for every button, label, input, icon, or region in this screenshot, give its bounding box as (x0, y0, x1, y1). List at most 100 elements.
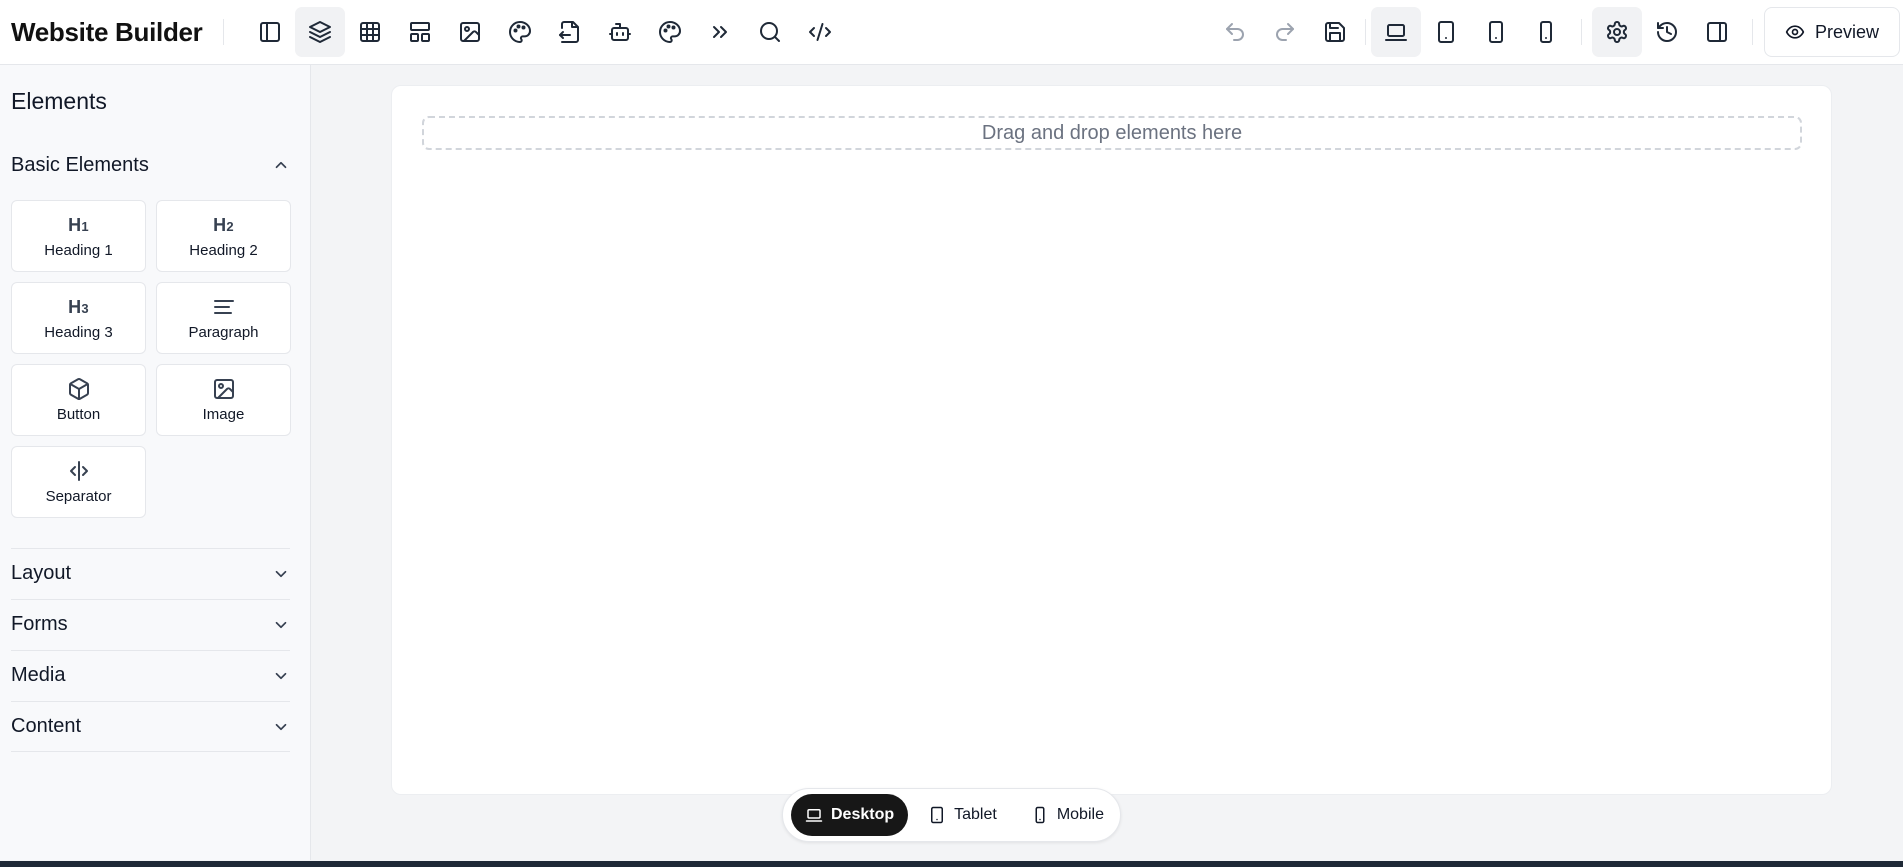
smartphone-icon (1539, 21, 1552, 43)
elements-sidebar: Elements Basic Elements H1 Heading 1 H2 … (0, 65, 311, 860)
section-label: Forms (11, 613, 68, 635)
element-label: Image (202, 406, 245, 423)
layout-button[interactable] (395, 7, 445, 57)
table-button[interactable] (345, 7, 395, 57)
sidebar-title: Elements (11, 88, 107, 114)
save-button[interactable] (1310, 7, 1360, 57)
tablet-icon (1437, 21, 1454, 43)
toolbar-divider (222, 19, 224, 45)
tablet-icon (931, 806, 944, 824)
eye-icon (1785, 25, 1805, 39)
section-content[interactable]: Content (11, 701, 290, 751)
top-toolbar: Website Builder Preview (0, 0, 1903, 65)
tablet-portrait-view-button[interactable] (1471, 7, 1521, 57)
element-heading-3[interactable]: H3 Heading 3 (11, 282, 146, 354)
smartphone-icon (1035, 806, 1045, 824)
layers-button[interactable] (294, 7, 345, 57)
tablet-view-button[interactable] (1421, 7, 1471, 57)
toolbar-divider (1580, 19, 1582, 45)
redo-icon (1276, 23, 1294, 41)
element-paragraph[interactable]: Paragraph (156, 282, 291, 354)
device-option-desktop[interactable]: Desktop (791, 794, 909, 836)
settings-button[interactable] (1591, 7, 1642, 57)
chevrons-right-icon (712, 26, 727, 38)
tablet-small-icon (1488, 21, 1503, 43)
theme-button[interactable] (645, 7, 695, 57)
device-label: Tablet (954, 806, 997, 823)
chevron-down-icon (275, 570, 287, 577)
heading-3-icon: H3 (68, 296, 89, 317)
panel-right-icon (1706, 22, 1727, 42)
undo-button[interactable] (1210, 7, 1260, 57)
import-icon (558, 21, 579, 43)
box-icon (67, 377, 91, 401)
image-button[interactable] (445, 7, 495, 57)
desktop-view-button[interactable] (1370, 7, 1421, 57)
right-panel-toggle-button[interactable] (1692, 7, 1742, 57)
redo-button[interactable] (1260, 7, 1310, 57)
element-separator[interactable]: Separator (11, 446, 146, 518)
section-label: Media (11, 664, 66, 686)
palette-button[interactable] (495, 7, 545, 57)
section-label: Basic Elements (11, 153, 149, 176)
separator-icon (67, 459, 91, 483)
section-forms[interactable]: Forms (11, 599, 290, 649)
device-label: Mobile (1056, 806, 1104, 823)
element-label: Paragraph (188, 324, 259, 341)
device-option-tablet[interactable]: Tablet (914, 794, 1011, 836)
element-label: Heading 1 (44, 242, 113, 259)
section-media[interactable]: Media (11, 650, 290, 700)
history-button[interactable] (1642, 7, 1692, 57)
device-label: Desktop (831, 806, 895, 823)
sidebar-toggle-icon (259, 22, 280, 42)
paragraph-icon (212, 295, 236, 319)
ai-bot-button[interactable] (595, 7, 645, 57)
heading-2-icon: H2 (213, 214, 234, 235)
expand-button[interactable] (695, 7, 745, 57)
preview-button[interactable]: Preview (1763, 7, 1900, 57)
element-label: Separator (45, 488, 112, 505)
toolbar-divider (1751, 19, 1753, 45)
chevron-up-icon (275, 161, 287, 169)
toolbar-divider (1364, 19, 1366, 45)
history-icon (1656, 22, 1677, 42)
theme-palette-icon (658, 21, 681, 43)
laptop-icon (1384, 24, 1407, 41)
app-title: Website Builder (11, 16, 203, 47)
chevron-down-icon (275, 621, 287, 628)
element-heading-1[interactable]: H1 Heading 1 (11, 200, 146, 272)
search-button[interactable] (745, 7, 795, 57)
mobile-view-button[interactable] (1521, 7, 1571, 57)
image-icon (459, 22, 480, 42)
device-option-mobile[interactable]: Mobile (1017, 794, 1118, 836)
element-label: Button (56, 406, 101, 423)
element-button[interactable]: Button (11, 364, 146, 436)
device-switcher: Desktop Tablet Mobile (782, 788, 1121, 842)
layers-icon (308, 21, 331, 43)
palette-icon (508, 21, 531, 43)
heading-1-icon: H1 (68, 214, 89, 235)
layout-icon (409, 22, 430, 42)
laptop-icon (805, 809, 823, 822)
undo-icon (1225, 23, 1244, 41)
page-canvas[interactable]: Drag and drop elements here (391, 85, 1832, 795)
drop-zone[interactable]: Drag and drop elements here (422, 116, 1802, 150)
section-divider (11, 751, 290, 752)
sidebar-toggle-button[interactable] (245, 7, 295, 57)
chevron-down-icon (275, 723, 287, 730)
element-label: Heading 2 (189, 242, 258, 259)
preview-label: Preview (1814, 21, 1879, 42)
section-layout[interactable]: Layout (11, 548, 290, 598)
code-button[interactable] (795, 7, 845, 57)
image-icon (212, 377, 236, 401)
section-label: Layout (11, 562, 72, 584)
element-heading-2[interactable]: H2 Heading 2 (156, 200, 291, 272)
element-label: Heading 3 (44, 324, 113, 341)
table-icon (359, 22, 380, 42)
section-basic-elements[interactable]: Basic Elements (11, 140, 290, 190)
element-image[interactable]: Image (156, 364, 291, 436)
code-icon (808, 23, 831, 41)
settings-icon (1606, 21, 1627, 43)
bottom-edge (0, 861, 1903, 867)
import-button[interactable] (545, 7, 595, 57)
